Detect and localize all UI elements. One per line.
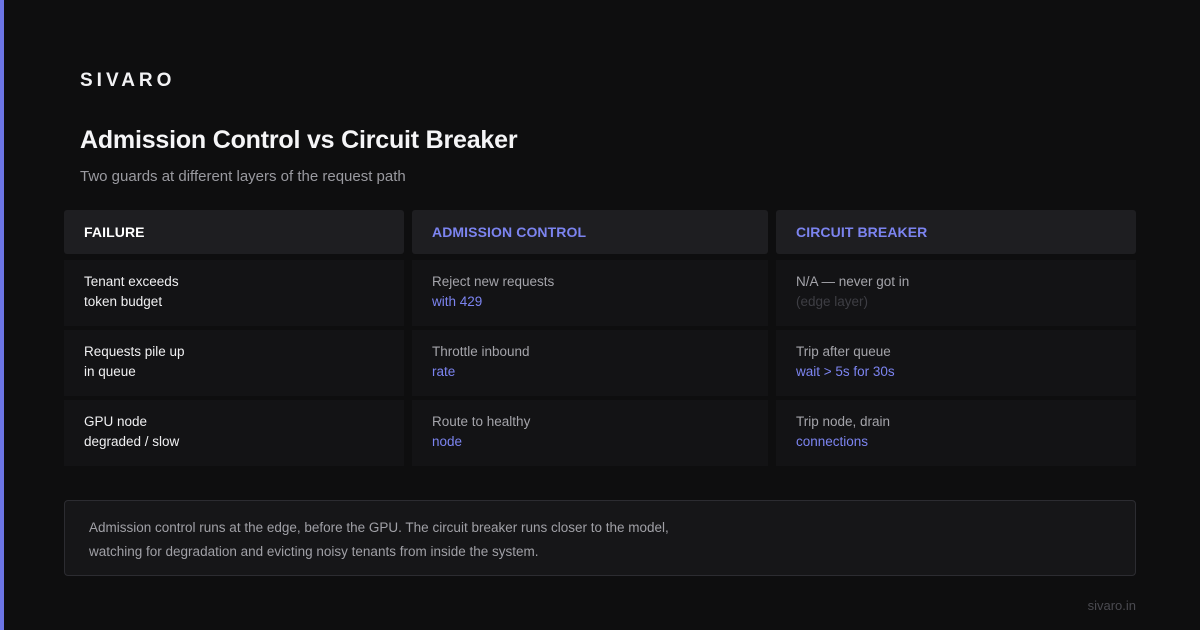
page-title: Admission Control vs Circuit Breaker — [80, 126, 518, 154]
table-cell: GPU node degraded / slow — [64, 400, 404, 466]
cell-line: degraded / slow — [84, 434, 180, 449]
accent-bar — [0, 0, 4, 630]
cell-line: Trip node, drain — [796, 414, 891, 429]
cell-line: node — [432, 434, 463, 449]
table-cell: Tenant exceeds token budget — [64, 260, 404, 326]
table-cell: Throttle inbound rate — [412, 330, 768, 396]
column-header-failure: FAILURE — [64, 210, 404, 254]
table-cell: Trip after queue wait > 5s for 30s — [776, 330, 1136, 396]
table-cell: Trip node, drain connections — [776, 400, 1136, 466]
table-cell: Route to healthy node — [412, 400, 768, 466]
column-circuit-breaker: CIRCUIT BREAKER N/A — never got in (edge… — [776, 210, 1136, 466]
column-header-circuit-breaker: CIRCUIT BREAKER — [776, 210, 1136, 254]
cell-line: connections — [796, 434, 869, 449]
cell-line: rate — [432, 364, 456, 379]
cell-line: GPU node — [84, 414, 148, 429]
cell-line: Throttle inbound — [432, 344, 530, 359]
page-subtitle: Two guards at different layers of the re… — [80, 168, 406, 185]
summary-note: Admission control runs at the edge, befo… — [64, 500, 1136, 576]
cell-line: (edge layer) — [796, 294, 869, 309]
cell-line: Requests pile up — [84, 344, 185, 359]
cell-line: Reject new requests — [432, 274, 555, 289]
cell-line: Tenant exceeds — [84, 274, 179, 289]
table-cell: Reject new requests with 429 — [412, 260, 768, 326]
footer-url: sivaro.in — [1087, 598, 1136, 613]
brand-logo: SIVARO — [80, 70, 176, 91]
table-cell: Requests pile up in queue — [64, 330, 404, 396]
column-failure: FAILURE Tenant exceeds token budget Requ… — [64, 210, 404, 466]
cell-line: Route to healthy — [432, 414, 531, 429]
note-line: Admission control runs at the edge, befo… — [89, 520, 669, 535]
cell-line: token budget — [84, 294, 163, 309]
cell-line: in queue — [84, 364, 136, 379]
note-line: watching for degradation and evicting no… — [89, 544, 539, 559]
cell-line: N/A — never got in — [796, 274, 910, 289]
cell-line: with 429 — [432, 294, 483, 309]
cell-line: wait > 5s for 30s — [796, 364, 895, 379]
column-admission-control: ADMISSION CONTROL Reject new requests wi… — [412, 210, 768, 466]
table-cell: N/A — never got in (edge layer) — [776, 260, 1136, 326]
column-header-admission-control: ADMISSION CONTROL — [412, 210, 768, 254]
cell-line: Trip after queue — [796, 344, 891, 359]
